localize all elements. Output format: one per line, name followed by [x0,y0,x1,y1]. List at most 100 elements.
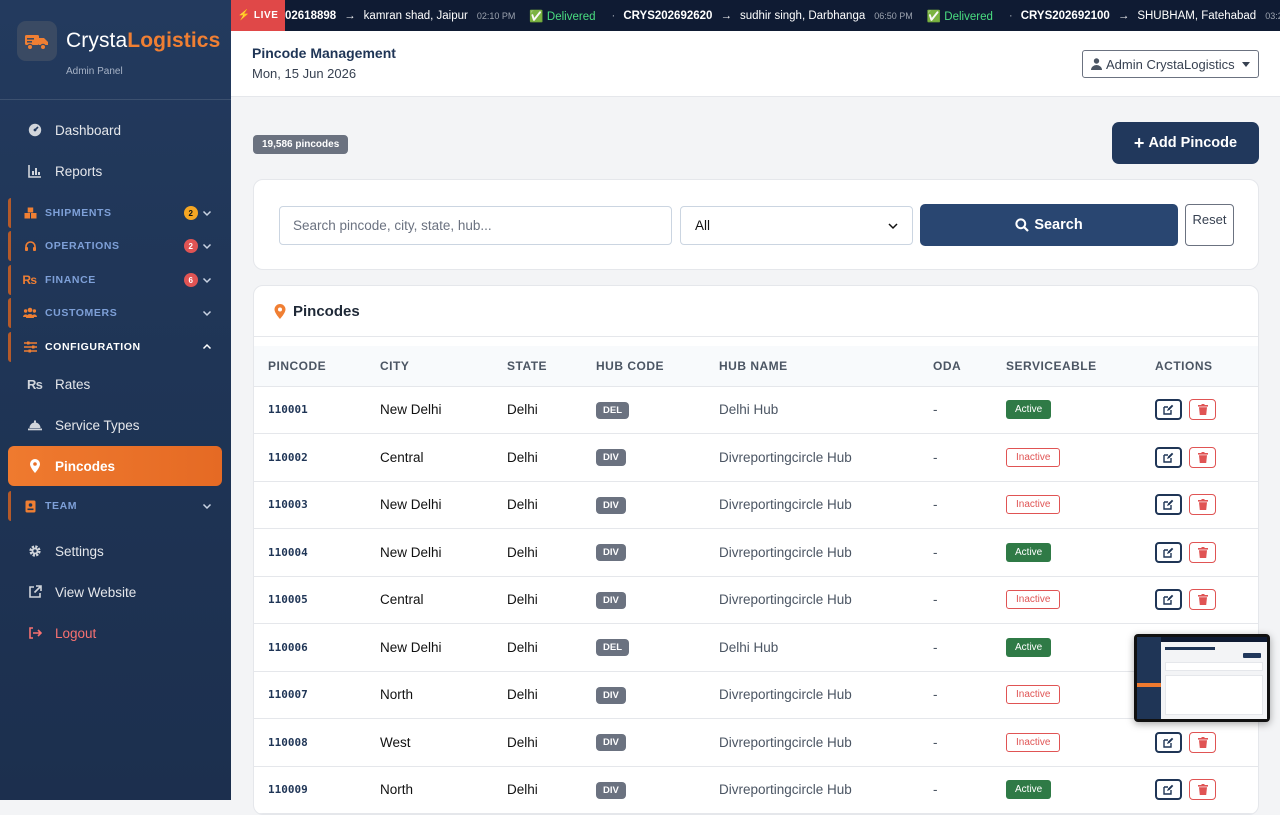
edit-button[interactable] [1155,446,1182,468]
sliders-icon [23,340,37,354]
hub-code-badge: DIV [596,781,626,799]
sidebar-item-logout[interactable]: Logout [8,613,222,653]
rupee-icon: ₨ [27,376,43,392]
hub-code-cell: DIV [582,718,705,767]
user-icon [1091,58,1102,70]
edit-icon [1163,452,1174,463]
table-body: 110001 New Delhi Delhi DEL Delhi Hub - Active 1… [254,386,1258,814]
hub-name-cell: Divreportingcircle Hub [705,433,919,482]
table-row[interactable]: 110007 North Delhi DIV Divreportingcircle Hu… [254,671,1258,719]
edit-button[interactable] [1155,779,1182,801]
oda-cell: - [919,766,992,814]
hub-name-cell: Divreportingcircle Hub [705,766,919,814]
preview-image [1137,637,1267,719]
edit-button[interactable] [1155,494,1182,516]
hub-code-cell: DIV [582,528,705,577]
delete-button[interactable] [1189,494,1216,516]
delete-button[interactable] [1189,731,1216,753]
rupee-icon: ₨ [22,273,38,287]
delete-button[interactable] [1189,541,1216,563]
delivered-status: ✅ Delivered [529,10,596,23]
state-cell: Delhi [493,576,582,624]
ticker-item[interactable]: ✅ Delivered · CRYS202692100 → SHUBHAM, F… [927,9,1280,23]
table-row[interactable]: 110005 Central Delhi DIV Divreportingcircle … [254,576,1258,624]
hub-code-cell: DIV [582,671,705,719]
serviceable-cell: Inactive [992,671,1141,719]
delete-button[interactable] [1189,589,1216,611]
nav-group-customers[interactable]: CUSTOMERS [8,298,222,328]
brand-subtitle: Admin Panel [66,66,123,77]
search-icon [1015,218,1030,232]
ticker-time: 06:50 PM [874,10,913,21]
delete-button[interactable] [1189,446,1216,468]
status-badge: Inactive [1006,732,1061,752]
search-input[interactable] [279,206,672,245]
count-badge: 6 [184,273,198,287]
brand: CrystaLogistics Admin Panel [0,0,231,100]
actions-cell [1141,386,1258,434]
table-row[interactable]: 110003 New Delhi Delhi DIV Divreportingcircl… [254,481,1258,529]
separator-dot: · [1008,9,1013,22]
ticker-item[interactable]: ✅ Delivered · CRYS202692620 → sudhir sin… [529,9,912,23]
edit-button[interactable] [1155,541,1182,563]
status-badge: Inactive [1006,495,1061,515]
table-row[interactable]: 110004 New Delhi Delhi DIV Divreportingcircl… [254,528,1258,577]
sidebar-item-service-types[interactable]: Service Types [8,405,222,445]
nav-group-team[interactable]: TEAM [8,491,222,521]
hub-code-cell: DIV [582,481,705,529]
delete-button[interactable] [1189,779,1216,801]
table-row[interactable]: 110002 Central Delhi DIV Divreportingcircle … [254,433,1258,482]
edit-button[interactable] [1155,399,1182,421]
table-card-header: Pincodes [254,286,1258,337]
actions-cell [1141,766,1258,814]
status-badge: Active [1006,400,1052,420]
sidebar-item-settings[interactable]: Settings [8,531,222,571]
city-cell: New Delhi [366,623,493,672]
table-row[interactable]: 110006 New Delhi Delhi DEL Delhi Hub - Active [254,623,1258,672]
table-row[interactable]: 110009 North Delhi DIV Divreportingcircle Hu… [254,766,1258,814]
delete-button[interactable] [1189,399,1216,421]
sidebar-item-pincodes[interactable]: Pincodes [8,446,222,486]
state-cell: Delhi [493,671,582,719]
status-filter-select[interactable]: All [680,206,913,245]
admin-user-dropdown[interactable]: Admin CrystaLogistics [1082,50,1259,78]
ticker-item[interactable]: 02618898 → kamran shad, Jaipur 02:10 PM [285,10,515,22]
nav-group-configuration[interactable]: CONFIGURATION [8,332,222,362]
nav-group-label: TEAM [45,500,78,512]
edit-button[interactable] [1155,589,1182,611]
table-row[interactable]: 110008 West Delhi DIV Divreportingcircle Hub… [254,718,1258,767]
add-pincode-button[interactable]: + Add Pincode [1112,122,1259,164]
screen-preview-thumbnail[interactable] [1134,634,1270,722]
trash-icon [1197,404,1208,416]
sidebar-item-label: Service Types [55,417,140,433]
nav-group-shipments[interactable]: SHIPMENTS 2 [8,198,222,228]
external-link-icon [27,584,43,600]
sidebar-item-view-website[interactable]: View Website [8,572,222,612]
sidebar-item-rates[interactable]: ₨ Rates [8,364,222,404]
actions-cell [1141,528,1258,577]
live-badge: ⚡ LIVE [231,0,285,31]
hub-code-badge: DIV [596,449,626,467]
city-cell: New Delhi [366,386,493,434]
table-row[interactable]: 110001 New Delhi Delhi DEL Delhi Hub - Active [254,386,1258,434]
chevron-down-icon [200,499,214,513]
count-badge: 2 [184,206,198,220]
sidebar-item-reports[interactable]: Reports [8,151,222,191]
state-cell: Delhi [493,433,582,482]
nav-group-operations[interactable]: OPERATIONS 2 [8,231,222,261]
nav-group-label: CONFIGURATION [45,341,141,353]
count-badge: 2 [184,239,198,253]
separator-dot: · [611,9,616,22]
edit-button[interactable] [1155,731,1182,753]
chevron-down-icon [200,306,214,320]
actions-cell [1141,481,1258,529]
hub-code-cell: DIV [582,766,705,814]
sidebar: CrystaLogistics Admin Panel Dashboard Re… [0,0,231,800]
sidebar-item-label: Settings [55,543,104,559]
shipment-id: CRYS202692100 [1020,9,1110,22]
reset-button[interactable]: Reset [1185,204,1234,246]
sidebar-item-dashboard[interactable]: Dashboard [8,110,222,150]
nav-group-finance[interactable]: ₨ FINANCE 6 [8,265,222,295]
hub-name-cell: Delhi Hub [705,386,919,434]
search-button[interactable]: Search [920,204,1178,246]
